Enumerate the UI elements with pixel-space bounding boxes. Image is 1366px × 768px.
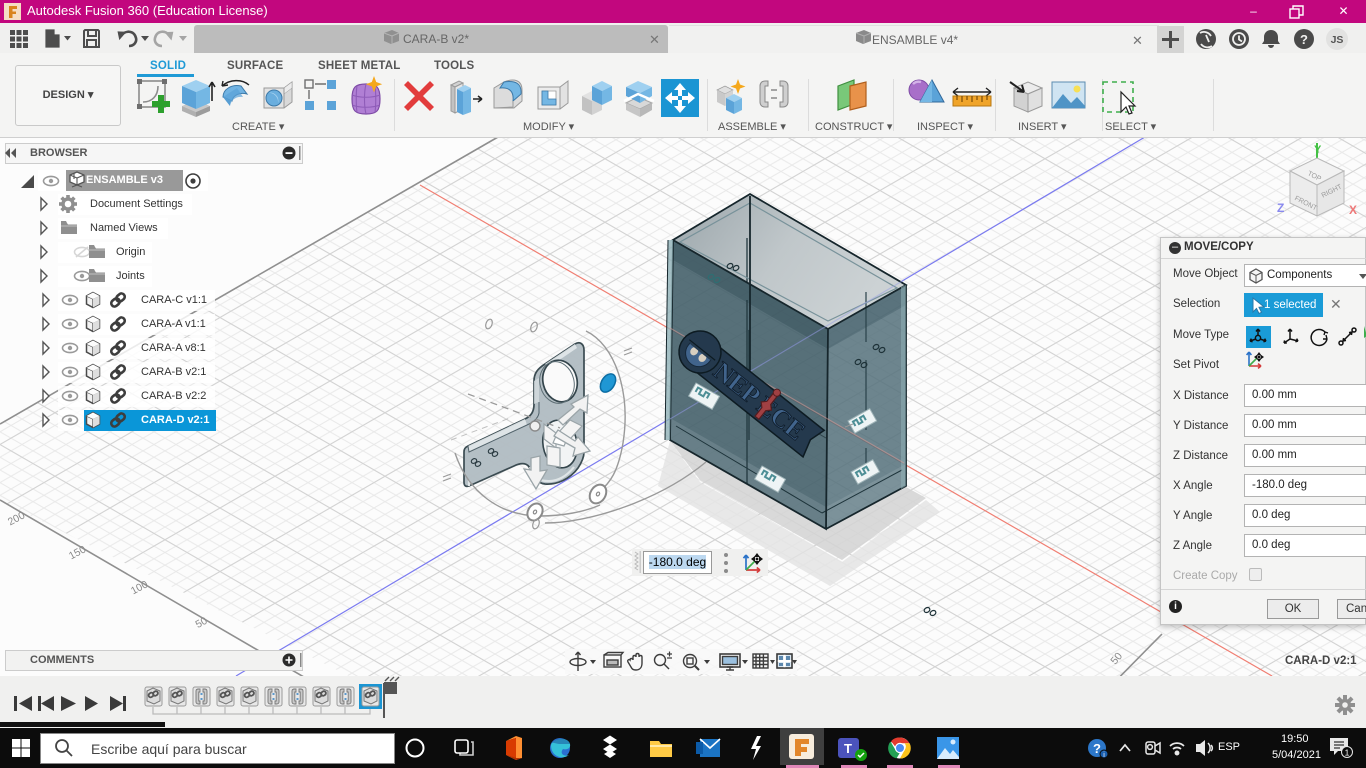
svg-text:T: T	[844, 741, 852, 756]
svg-text:Y: Y	[1314, 144, 1322, 156]
svg-text:Z: Z	[1277, 201, 1284, 215]
svg-text:1: 1	[1345, 748, 1350, 758]
svg-text:X: X	[1349, 203, 1357, 217]
